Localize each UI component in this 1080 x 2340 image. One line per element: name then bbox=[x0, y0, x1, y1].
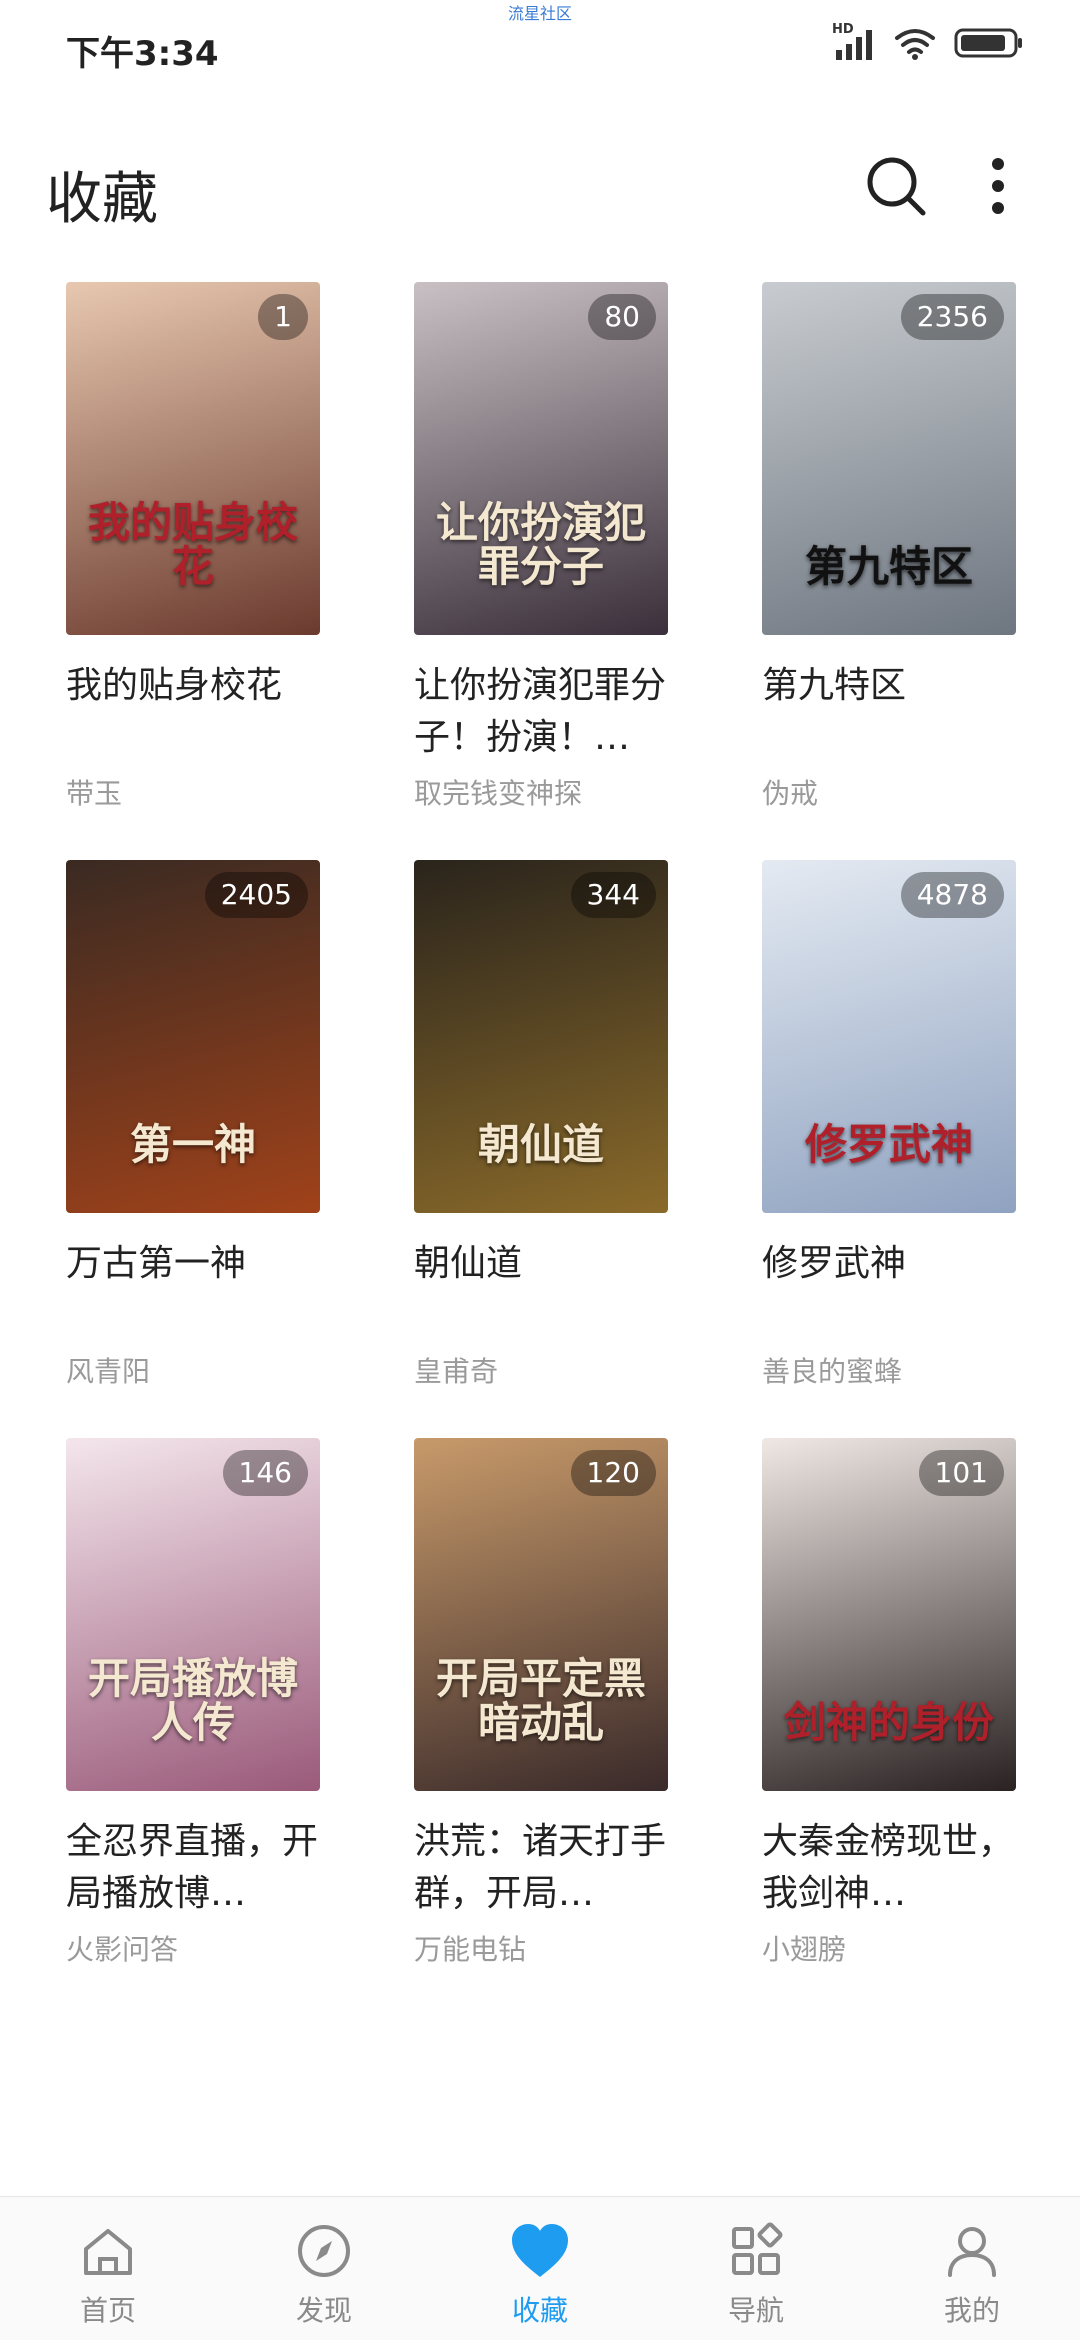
book-title: 全忍界直播，开局播放博… bbox=[66, 1821, 319, 1914]
header: 收藏 bbox=[0, 130, 1080, 250]
book-cover[interactable]: 让你扮演犯罪分子 80 bbox=[414, 282, 668, 635]
book-card[interactable]: 开局播放博人传 146 全忍界直播，开局播放博… 火影问答 bbox=[66, 1438, 366, 1998]
book-card[interactable]: 我的贴身校花 1 我的贴身校花带玉 bbox=[66, 282, 366, 842]
network-label: HD bbox=[832, 22, 854, 37]
cover-text: 我的贴身校花 bbox=[87, 497, 298, 591]
book-cover[interactable]: 第九特区 2356 bbox=[762, 282, 1016, 635]
book-author: 皇甫奇 bbox=[414, 1355, 499, 1388]
book-card[interactable]: 第一神 2405 万古第一神风青阳 bbox=[66, 860, 366, 1420]
nav-item-0[interactable]: 首页 bbox=[0, 2197, 216, 2340]
cover-text: 剑神的身份 bbox=[783, 1697, 994, 1747]
book-cover[interactable]: 开局播放博人传 146 bbox=[66, 1438, 320, 1791]
more-vertical-icon bbox=[992, 158, 1004, 214]
unread-count-badge: 1 bbox=[258, 294, 308, 340]
book-cover[interactable]: 第一神 2405 bbox=[66, 860, 320, 1213]
nav-item-1[interactable]: 发现 bbox=[216, 2197, 432, 2340]
book-card[interactable]: 剑神的身份 101 大秦金榜现世，我剑神… 小翅膀 bbox=[762, 1438, 1062, 1998]
book-cover[interactable]: 剑神的身份 101 bbox=[762, 1438, 1016, 1791]
book-card[interactable]: 让你扮演犯罪分子 80 让你扮演犯罪分子！扮演！… 取完钱变神探 bbox=[414, 282, 714, 842]
book-title: 洪荒：诸天打手群，开局… bbox=[414, 1821, 667, 1914]
page-title: 收藏 bbox=[46, 167, 158, 232]
status-time: 下午3:34 bbox=[66, 34, 219, 74]
compass-icon bbox=[292, 2219, 356, 2283]
unread-count-badge: 344 bbox=[570, 872, 656, 918]
bottom-nav: 首页 发现 收藏 导航 我的 bbox=[0, 2196, 1080, 2340]
status-center-label: 流星社区 bbox=[507, 4, 572, 23]
nav-item-4[interactable]: 我的 bbox=[864, 2197, 1080, 2340]
nav-label: 导航 bbox=[727, 2294, 784, 2327]
status-icons: HD bbox=[832, 22, 1024, 60]
book-card[interactable]: 修罗武神 4878 修罗武神善良的蜜蜂 bbox=[762, 860, 1062, 1420]
cover-text: 开局播放博人传 bbox=[87, 1653, 298, 1747]
nav-label: 首页 bbox=[79, 2294, 136, 2327]
nav-label: 收藏 bbox=[511, 2294, 568, 2327]
book-author: 取完钱变神探 bbox=[414, 777, 583, 810]
cover-text: 修罗武神 bbox=[804, 1119, 973, 1169]
book-title: 修罗武神 bbox=[762, 1243, 907, 1284]
book-author: 善良的蜜蜂 bbox=[762, 1355, 903, 1388]
book-title: 第九特区 bbox=[762, 665, 907, 706]
book-author: 带玉 bbox=[66, 777, 123, 810]
nav-label: 我的 bbox=[943, 2294, 1000, 2327]
book-title: 让你扮演犯罪分子！扮演！… bbox=[414, 665, 667, 758]
wifi-icon bbox=[894, 26, 936, 60]
cover-text: 朝仙道 bbox=[477, 1119, 604, 1169]
signal-icon: HD bbox=[832, 22, 876, 60]
more-options-button[interactable] bbox=[968, 148, 1028, 224]
unread-count-badge: 2356 bbox=[900, 294, 1004, 340]
unread-count-badge: 101 bbox=[918, 1450, 1004, 1496]
book-title: 万古第一神 bbox=[66, 1243, 247, 1284]
nav-item-2[interactable]: 收藏 bbox=[432, 2197, 648, 2340]
grid-icon bbox=[724, 2219, 788, 2283]
book-card[interactable]: 朝仙道 344 朝仙道皇甫奇 bbox=[414, 860, 714, 1420]
book-author: 伪戒 bbox=[762, 777, 819, 810]
book-cover[interactable]: 我的贴身校花 1 bbox=[66, 282, 320, 635]
unread-count-badge: 80 bbox=[588, 294, 656, 340]
cover-text: 让你扮演犯罪分子 bbox=[435, 497, 646, 591]
cover-text: 第九特区 bbox=[804, 541, 973, 591]
battery-icon bbox=[954, 26, 1024, 60]
nav-item-3[interactable]: 导航 bbox=[648, 2197, 864, 2340]
cover-text: 开局平定黑暗动乱 bbox=[435, 1653, 646, 1747]
book-title: 我的贴身校花 bbox=[66, 665, 283, 706]
book-cover[interactable]: 修罗武神 4878 bbox=[762, 860, 1016, 1213]
book-author: 火影问答 bbox=[66, 1933, 179, 1966]
unread-count-badge: 146 bbox=[222, 1450, 308, 1496]
book-author: 小翅膀 bbox=[762, 1933, 847, 1966]
search-icon bbox=[867, 157, 926, 216]
unread-count-badge: 2405 bbox=[204, 872, 308, 918]
book-title: 大秦金榜现世，我剑神… bbox=[762, 1821, 1015, 1914]
book-cover[interactable]: 开局平定黑暗动乱 120 bbox=[414, 1438, 668, 1791]
cover-text: 第一神 bbox=[129, 1119, 256, 1169]
unread-count-badge: 120 bbox=[570, 1450, 656, 1496]
book-author: 风青阳 bbox=[66, 1355, 151, 1388]
nav-label: 发现 bbox=[295, 2294, 352, 2327]
heart-icon bbox=[508, 2219, 572, 2283]
book-author: 万能电钻 bbox=[414, 1933, 527, 1966]
search-button[interactable] bbox=[858, 148, 934, 224]
book-title: 朝仙道 bbox=[414, 1243, 523, 1284]
book-card[interactable]: 第九特区 2356 第九特区伪戒 bbox=[762, 282, 1062, 842]
status-bar: 流星社区 下午3:34 HD bbox=[0, 0, 1080, 90]
book-cover[interactable]: 朝仙道 344 bbox=[414, 860, 668, 1213]
home-icon bbox=[76, 2219, 140, 2283]
user-icon bbox=[940, 2219, 1004, 2283]
unread-count-badge: 4878 bbox=[900, 872, 1004, 918]
book-card[interactable]: 开局平定黑暗动乱 120 洪荒：诸天打手群，开局… 万能电钻 bbox=[414, 1438, 714, 1998]
